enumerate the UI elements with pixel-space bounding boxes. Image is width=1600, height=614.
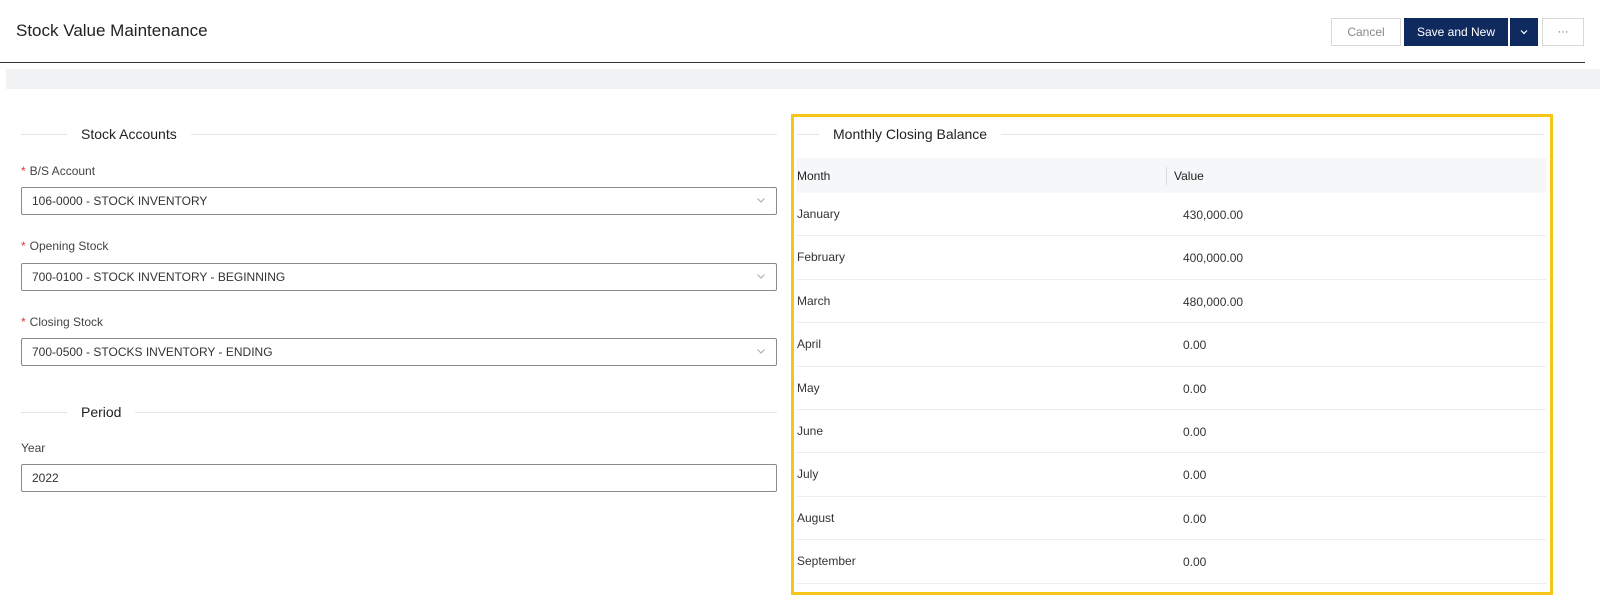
opening-stock-label: * Opening Stock xyxy=(21,239,109,253)
month-cell: March xyxy=(797,293,831,308)
table-row[interactable]: January 430,000.00 xyxy=(797,193,1546,237)
month-cell: May xyxy=(797,380,820,395)
section-title: Period xyxy=(81,404,122,420)
required-marker: * xyxy=(21,239,26,253)
chevron-down-icon xyxy=(1520,30,1528,35)
more-options-button[interactable]: ··· xyxy=(1542,18,1584,46)
chevron-down-icon xyxy=(757,349,765,354)
page-title: Stock Value Maintenance xyxy=(16,21,208,40)
divider xyxy=(1001,133,1544,135)
table-row[interactable]: September 0.00 xyxy=(797,540,1546,584)
year-input[interactable]: 2022 xyxy=(21,464,777,492)
required-marker: * xyxy=(21,164,26,178)
column-header-month: Month xyxy=(797,168,831,183)
toolbar-band xyxy=(6,69,1600,89)
value-cell[interactable]: 430,000.00 xyxy=(1183,208,1243,222)
monthly-closing-table: Month Value January 430,000.00 February … xyxy=(797,158,1546,584)
value-cell[interactable]: 0.00 xyxy=(1183,468,1206,482)
table-row[interactable]: March 480,000.00 xyxy=(797,280,1546,324)
value-cell[interactable]: 0.00 xyxy=(1183,425,1206,439)
year-label: Year xyxy=(21,441,46,455)
save-and-new-button[interactable]: Save and New xyxy=(1404,18,1508,46)
value-cell[interactable]: 0.00 xyxy=(1183,382,1206,396)
chevron-down-icon xyxy=(757,274,765,279)
required-marker: * xyxy=(21,315,26,329)
month-cell: April xyxy=(797,337,822,352)
table-row[interactable]: August 0.00 xyxy=(797,497,1546,541)
divider xyxy=(135,411,777,413)
closing-stock-label: * Closing Stock xyxy=(21,315,104,329)
divider xyxy=(21,411,67,413)
section-title: Monthly Closing Balance xyxy=(833,126,988,142)
month-cell: August xyxy=(797,510,835,525)
table-row[interactable]: April 0.00 xyxy=(797,323,1546,367)
opening-stock-select[interactable]: 700-0100 - STOCK INVENTORY - BEGINNING xyxy=(21,263,777,291)
month-cell: September xyxy=(797,554,856,569)
page-header: Stock Value Maintenance Cancel Save and … xyxy=(0,0,1585,63)
divider xyxy=(21,133,67,135)
chevron-down-icon xyxy=(757,198,765,203)
monthly-closing-heading: Monthly Closing Balance xyxy=(797,126,1544,142)
table-header: Month Value xyxy=(797,158,1546,193)
month-cell: June xyxy=(797,423,824,438)
save-options-dropdown-button[interactable] xyxy=(1510,18,1538,46)
month-cell: February xyxy=(797,250,846,265)
bs-account-select[interactable]: 106-0000 - STOCK INVENTORY xyxy=(21,187,777,215)
table-row[interactable]: May 0.00 xyxy=(797,367,1546,410)
divider xyxy=(190,133,777,135)
period-heading: Period xyxy=(21,404,777,420)
table-row[interactable]: February 400,000.00 xyxy=(797,236,1546,280)
section-title: Stock Accounts xyxy=(81,126,177,142)
column-divider xyxy=(1166,167,1167,185)
divider xyxy=(797,133,819,135)
table-row[interactable]: July 0.00 xyxy=(797,453,1546,497)
bs-account-label: * B/S Account xyxy=(21,164,96,178)
closing-stock-select[interactable]: 700-0500 - STOCKS INVENTORY - ENDING xyxy=(21,338,777,366)
stock-accounts-heading: Stock Accounts xyxy=(21,126,777,142)
month-cell: January xyxy=(797,207,840,221)
column-header-value: Value xyxy=(1174,168,1204,183)
value-cell[interactable]: 0.00 xyxy=(1183,338,1206,352)
month-cell: July xyxy=(797,467,819,482)
value-cell[interactable]: 0.00 xyxy=(1183,512,1206,526)
table-row[interactable]: June 0.00 xyxy=(797,410,1546,454)
cancel-button[interactable]: Cancel xyxy=(1331,18,1401,46)
select-value: 700-0500 - STOCKS INVENTORY - ENDING xyxy=(32,345,273,359)
value-cell[interactable]: 400,000.00 xyxy=(1183,251,1243,265)
select-value: 700-0100 - STOCK INVENTORY - BEGINNING xyxy=(32,270,286,284)
input-value: 2022 xyxy=(32,471,59,485)
value-cell[interactable]: 0.00 xyxy=(1183,555,1206,569)
value-cell[interactable]: 480,000.00 xyxy=(1183,295,1243,309)
select-value: 106-0000 - STOCK INVENTORY xyxy=(32,194,208,208)
